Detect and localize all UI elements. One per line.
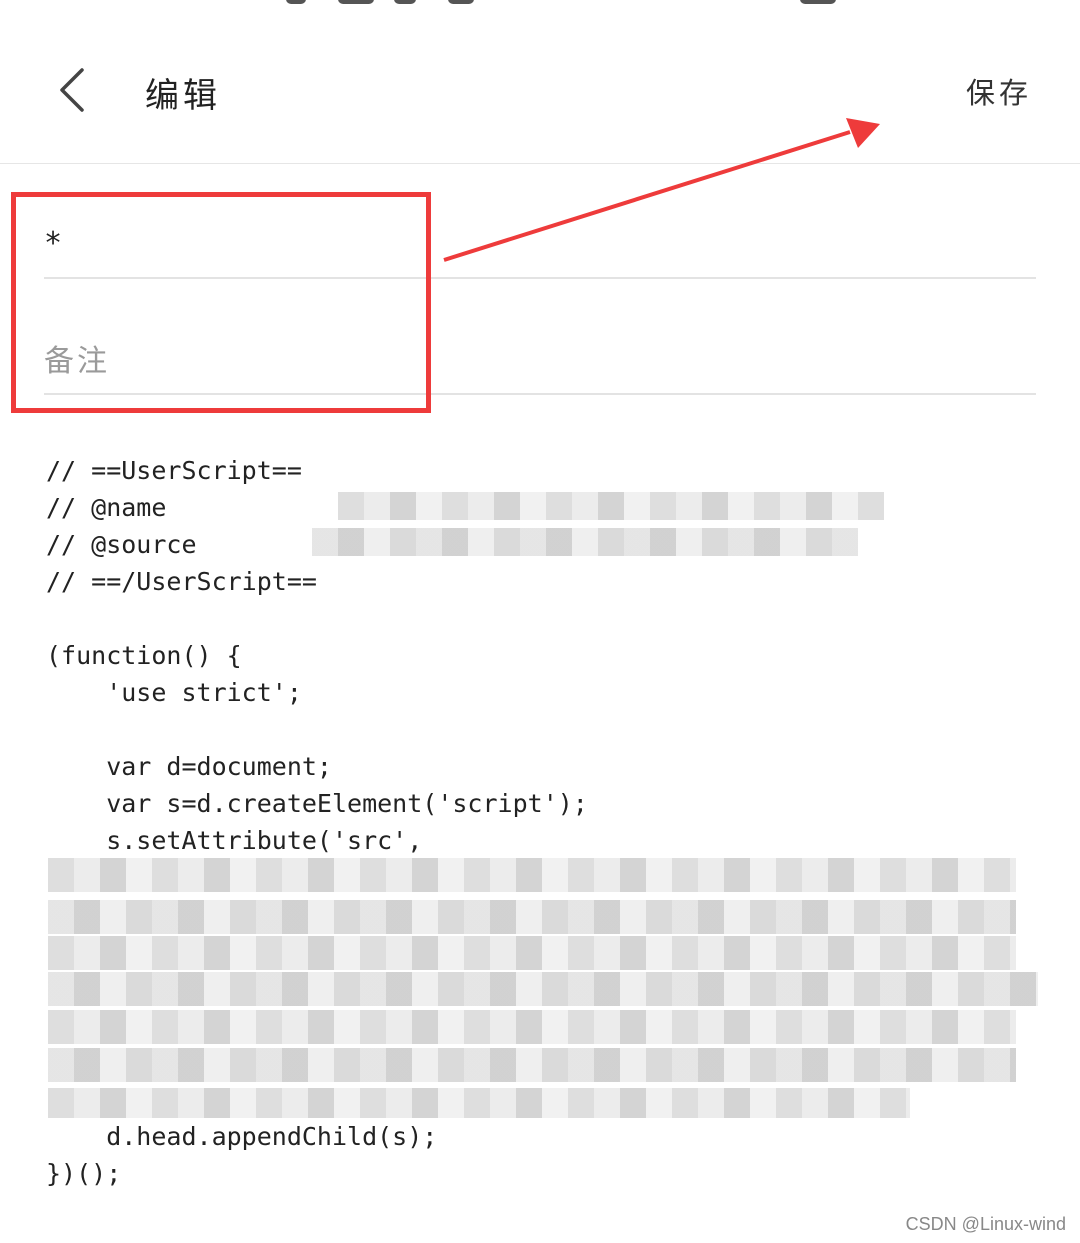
watermark: CSDN @Linux-wind (905, 1214, 1066, 1234)
redacted-region (48, 900, 1016, 934)
code-line: (function() { (46, 641, 242, 670)
redacted-region (48, 1088, 910, 1118)
redacted-region (48, 1010, 1016, 1044)
redacted-region (338, 492, 884, 520)
code-line: // ==UserScript== (46, 456, 302, 485)
redacted-region (48, 858, 1016, 892)
redacted-region (48, 972, 1038, 1006)
redacted-region (48, 1048, 1016, 1082)
code-line: s.setAttribute('src', (46, 826, 423, 855)
code-line: 'use strict'; (46, 678, 302, 707)
code-line: })(); (46, 1159, 122, 1188)
code-line: // ==/UserScript== (46, 567, 317, 596)
arrow-annotation (443, 118, 880, 262)
code-line: // @source (46, 530, 197, 559)
code-line: d.head.appendChild(s); (46, 1122, 438, 1151)
redacted-region (312, 528, 858, 556)
code-line: var s=d.createElement('script'); (46, 789, 588, 818)
redacted-region (48, 936, 1016, 970)
code-line: // @name (46, 493, 167, 522)
code-line: var d=document; (46, 752, 332, 781)
